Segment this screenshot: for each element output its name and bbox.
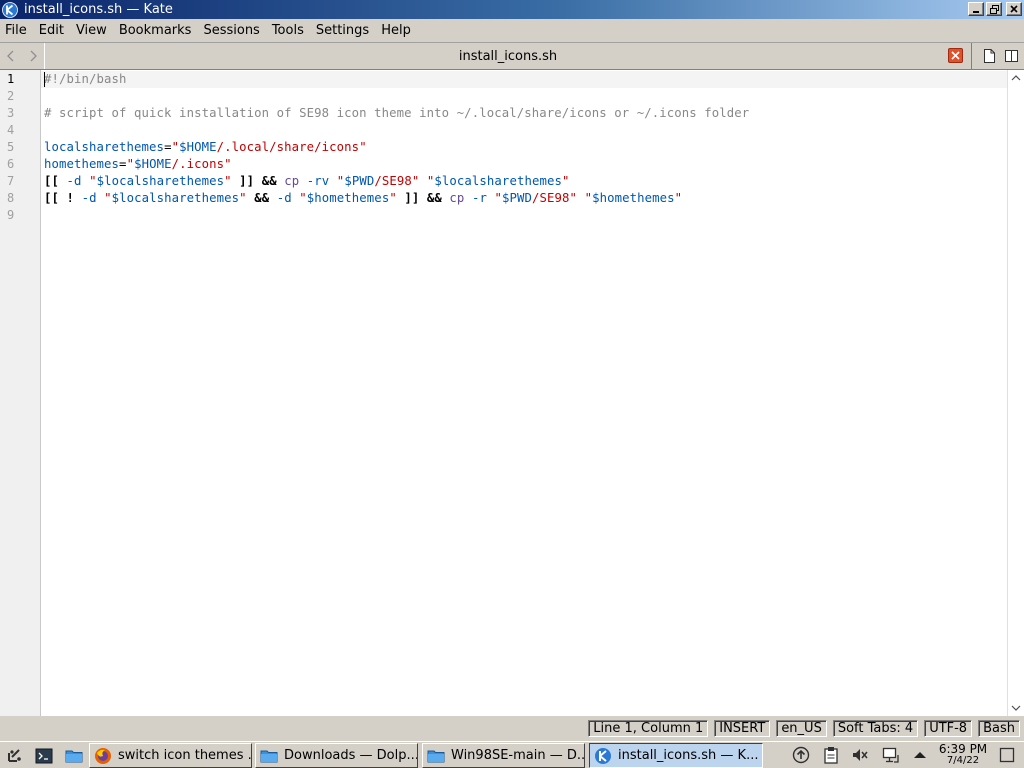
scroll-down-arrow-icon[interactable] [1011,703,1021,713]
window-title: install_icons.sh — Kate [24,2,173,17]
task-label: Win98SE-main — D... [451,748,585,763]
task-label: Downloads — Dolp... [284,748,418,763]
minimize-button[interactable] [968,2,984,16]
task-win98se-main[interactable]: Win98SE-main — D... [422,743,585,768]
line-number: 3 [7,106,15,120]
menu-bookmarks[interactable]: Bookmarks [119,23,198,38]
indentation-field[interactable]: Soft Tabs: 4 [832,720,919,737]
line-number: 5 [7,140,15,154]
network-icon[interactable] [882,746,900,764]
syntax-mode-field[interactable]: Bash [978,720,1020,737]
cursor-position-field[interactable]: Line 1, Column 1 [588,720,709,737]
new-document-icon[interactable] [982,48,997,64]
task-label: switch icon themes ... [118,748,252,763]
text-cursor [44,72,45,87]
back-arrow-icon[interactable] [4,48,18,64]
line-number: 9 [7,208,15,222]
restore-icon [989,4,999,14]
firefox-icon [95,747,111,764]
clock[interactable]: 6:39 PM 7/4/22 [938,743,988,767]
tray-expand-arrow-icon[interactable] [911,746,929,764]
menu-help[interactable]: Help [381,23,417,38]
close-tab-button[interactable] [948,48,963,63]
menu-view[interactable]: View [76,23,113,38]
minimize-icon [973,11,979,13]
file-manager-launcher[interactable] [64,746,84,766]
tab-install-icons[interactable]: install_icons.sh [44,43,972,69]
code-line[interactable]: [[ -d "$localsharethemes" ]] && cp -rv "… [44,174,569,188]
terminal-icon [35,748,53,764]
menu-edit[interactable]: Edit [39,23,70,38]
line-number: 2 [7,89,15,103]
current-line-highlight [41,71,1007,88]
close-window-button[interactable] [1006,2,1022,16]
kde-launcher-icon [8,749,21,762]
menu-tools[interactable]: Tools [272,23,310,38]
scroll-up-arrow-icon[interactable] [1011,73,1021,83]
menu-file[interactable]: File [5,23,33,38]
task-label: install_icons.sh — K... [618,748,759,763]
encoding-field[interactable]: UTF-8 [924,720,973,737]
status-bar: Line 1, Column 1 INSERT en_US Soft Tabs:… [0,716,1024,741]
taskbar: switch icon themes ... Downloads — Dolp.… [0,741,1024,768]
line-number-gutter[interactable]: 1 2 3 4 5 6 7 8 9 [0,70,41,716]
window-titlebar[interactable]: install_icons.sh — Kate [0,0,1024,19]
close-tab-icon [951,51,960,60]
kate-app-icon [2,1,18,18]
code-line[interactable]: homethemes="$HOME/.icons" [44,157,232,171]
show-desktop-icon[interactable] [998,746,1016,764]
task-kate[interactable]: install_icons.sh — K... [589,743,763,768]
folder-icon [427,750,445,762]
line-number: 1 [7,72,15,86]
terminal-launcher[interactable] [34,746,54,766]
clipboard-icon[interactable] [822,746,840,764]
clock-date: 7/4/22 [946,755,980,766]
menu-bar: File Edit View Bookmarks Sessions Tools … [0,19,1024,42]
application-launcher[interactable] [4,746,24,766]
folder-icon [260,750,278,762]
dictionary-field[interactable]: en_US [776,720,827,737]
restore-button[interactable] [986,2,1002,16]
task-downloads[interactable]: Downloads — Dolp... [255,743,418,768]
code-line[interactable]: #!/bin/bash [44,72,127,86]
tab-title: install_icons.sh [458,48,558,64]
line-number: 7 [7,174,15,188]
line-number: 6 [7,157,15,171]
menu-settings[interactable]: Settings [316,23,375,38]
editor-area[interactable]: 1 2 3 4 5 6 7 8 9 #!/bin/bash # script o… [0,69,1024,716]
volume-muted-icon[interactable] [851,746,869,764]
menu-sessions[interactable]: Sessions [203,23,265,38]
kate-icon [595,747,611,764]
close-icon [1010,5,1018,13]
update-notifier-icon[interactable] [792,746,810,764]
forward-arrow-icon[interactable] [26,48,40,64]
code-line[interactable]: [[ ! -d "$localsharethemes" && -d "$home… [44,191,682,205]
line-number: 4 [7,123,15,137]
split-view-icon[interactable] [1004,48,1019,64]
code-line[interactable]: # script of quick installation of SE98 i… [44,106,749,120]
line-number: 8 [7,191,15,205]
code-line[interactable]: localsharethemes="$HOME/.local/share/ico… [44,140,367,154]
task-firefox[interactable]: switch icon themes ... [89,743,252,768]
clock-time: 6:39 PM [938,742,988,756]
tab-bar: install_icons.sh [0,42,1024,69]
vertical-scrollbar[interactable] [1007,70,1024,716]
folder-icon [65,750,83,763]
input-mode-field[interactable]: INSERT [714,720,771,737]
